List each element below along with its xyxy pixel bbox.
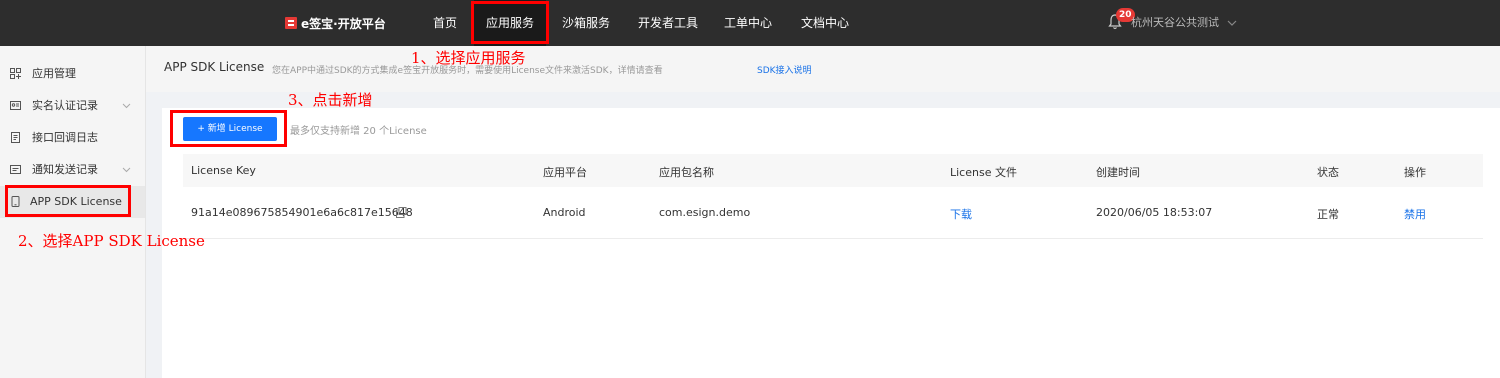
sidebar-item-app-management[interactable]: 应用管理 xyxy=(0,58,145,90)
row-divider xyxy=(183,238,1483,239)
chevron-down-icon[interactable] xyxy=(1227,18,1237,28)
user-account[interactable]: 杭州天谷公共测试 xyxy=(1131,0,1219,46)
column-header: 应用平台 xyxy=(543,166,587,179)
add-license-hint: 最多仅支持新增 20 个License xyxy=(290,126,427,137)
sidebar-item-callback-logs[interactable]: 接口回调日志 xyxy=(0,122,145,154)
nav-dev-tools[interactable]: 开发者工具 xyxy=(634,0,702,46)
sidebar-item-label: 应用管理 xyxy=(32,67,76,80)
created-time-cell: 2020/06/05 18:53:07 xyxy=(1096,206,1213,219)
table-header xyxy=(183,154,1483,187)
column-header: 应用包名称 xyxy=(659,166,714,179)
page-title: APP SDK License xyxy=(164,60,265,74)
nav-sandbox[interactable]: 沙箱服务 xyxy=(557,0,615,46)
nav-docs[interactable]: 文档中心 xyxy=(796,0,854,46)
top-navbar: e签宝·开放平台 首页 应用服务 沙箱服务 开发者工具 工单中心 文档中心 20… xyxy=(0,0,1500,46)
sidebar-item-label: 通知发送记录 xyxy=(32,163,98,176)
annotation-box-add-button xyxy=(170,110,287,147)
column-header: 状态 xyxy=(1317,166,1339,179)
document-icon xyxy=(11,132,20,143)
status-cell: 正常 xyxy=(1317,208,1339,221)
copy-icon[interactable] xyxy=(396,207,407,218)
content-panel xyxy=(162,108,1500,378)
package-cell: com.esign.demo xyxy=(659,206,751,219)
brand-logo[interactable]: e签宝·开放平台 xyxy=(285,14,386,32)
chevron-down-icon[interactable] xyxy=(122,102,131,109)
grid-icon xyxy=(10,68,21,79)
sidebar-item-label: 接口回调日志 xyxy=(32,131,98,144)
id-card-icon xyxy=(10,101,21,110)
disable-link[interactable]: 禁用 xyxy=(1404,206,1426,222)
annotation-box-app-services xyxy=(471,1,549,44)
sidebar-item-notification-records[interactable]: 通知发送记录 xyxy=(0,154,145,186)
brand-name: e签宝·开放平台 xyxy=(301,16,386,31)
download-link[interactable]: 下载 xyxy=(950,206,972,222)
logo-icon xyxy=(285,17,297,29)
sidebar-item-verification-records[interactable]: 实名认证记录 xyxy=(0,90,145,122)
sdk-guide-link[interactable]: SDK接入说明 xyxy=(757,63,812,76)
column-header: License Key xyxy=(191,164,256,177)
annotation-box-sdk-license xyxy=(5,185,131,217)
annotation-step-2: 2、选择APP SDK License xyxy=(18,232,205,250)
annotation-step-3: 3、点击新增 xyxy=(288,91,373,109)
message-icon xyxy=(10,165,21,174)
column-header: 操作 xyxy=(1404,166,1426,179)
chevron-down-icon[interactable] xyxy=(122,166,131,173)
nav-tickets[interactable]: 工单中心 xyxy=(720,0,776,46)
license-key-cell: 91a14e089675854901e6a6c817e15648 xyxy=(191,206,413,219)
platform-cell: Android xyxy=(543,206,586,219)
nav-home[interactable]: 首页 xyxy=(425,0,465,46)
annotation-step-1: 1、选择应用服务 xyxy=(411,49,526,67)
column-header: 创建时间 xyxy=(1096,166,1140,179)
column-header: License 文件 xyxy=(950,166,1017,179)
sidebar-item-label: 实名认证记录 xyxy=(32,99,98,112)
